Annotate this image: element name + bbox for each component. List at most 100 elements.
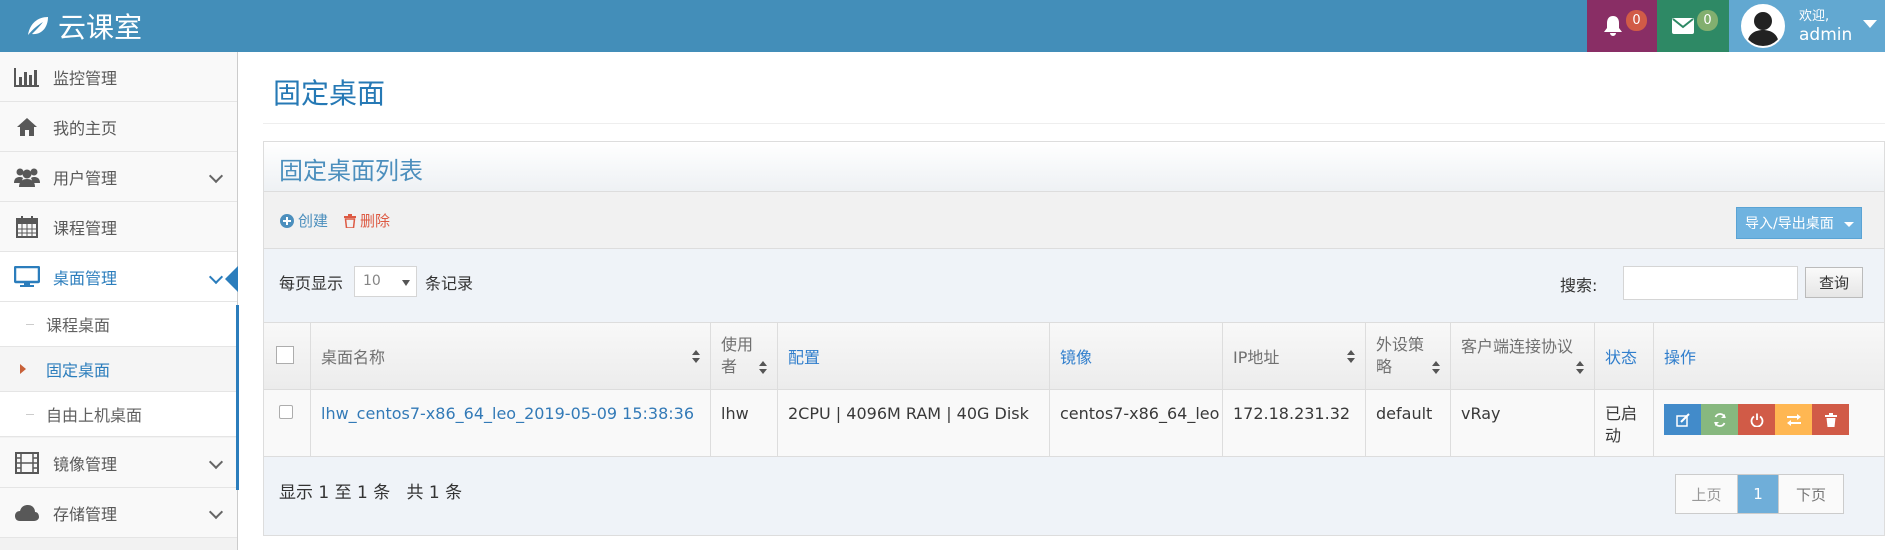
power-button[interactable] — [1738, 404, 1775, 435]
sidebar-item-courses[interactable]: 课程管理 — [0, 202, 237, 252]
caret-down-icon — [1844, 222, 1854, 227]
page-1-button[interactable]: 1 — [1738, 475, 1778, 513]
desktop-user: lhw — [721, 404, 749, 423]
pagination: 上页 1 下页 — [1675, 474, 1844, 514]
column-header-name[interactable]: 桌面名称 — [311, 323, 711, 389]
page-size-select[interactable]: 10 — [354, 266, 417, 297]
film-icon — [13, 451, 41, 475]
row-actions — [1664, 404, 1849, 435]
column-header-protocol[interactable]: 客户端连接协议 — [1451, 323, 1595, 389]
sort-icon — [1432, 361, 1440, 375]
delete-button[interactable]: 删除 — [344, 210, 390, 231]
sidebar-item-label: 我的主页 — [53, 118, 118, 138]
query-button[interactable]: 查询 — [1805, 267, 1863, 298]
exchange-icon — [1786, 413, 1801, 426]
table-header: 桌面名称 使用者 配置 镜像 IP地址 外设策略 客户端连接协议 状态 操作 — [264, 322, 1884, 390]
search-label: 搜索: — [1560, 276, 1598, 295]
import-export-dropdown[interactable]: 导入/导出桌面 — [1736, 207, 1862, 239]
sidebar-item-monitor[interactable]: 监控管理 — [0, 52, 237, 102]
sidebar-subitem-fixed-desktops[interactable]: 固定桌面 — [0, 347, 237, 392]
sort-icon — [1347, 350, 1355, 364]
next-page-button[interactable]: 下页 — [1778, 475, 1843, 513]
column-header-status: 状态 — [1595, 323, 1654, 389]
chevron-down-icon — [208, 454, 224, 470]
page-title: 固定桌面 — [273, 77, 386, 110]
desktop-status: 已启动 — [1605, 404, 1638, 445]
desktop-image: centos7-x86_64_leo — [1060, 404, 1220, 423]
column-header-user[interactable]: 使用者 — [711, 323, 778, 389]
toolbar: 创建 删除 导入/导出桌面 — [264, 192, 1884, 249]
brand-name: 云课室 — [58, 11, 143, 44]
sidebar-subitem-label: 课程桌面 — [46, 316, 111, 335]
sidebar-subitem-free-desktops[interactable]: 自由上机桌面 — [0, 392, 237, 437]
column-header-policy[interactable]: 外设策略 — [1366, 323, 1451, 389]
column-header-image: 镜像 — [1050, 323, 1223, 389]
desktop-config: 2CPU | 4096M RAM | 40G Disk — [788, 404, 1029, 423]
sidebar-item-users[interactable]: 用户管理 — [0, 152, 237, 202]
table-info: 显示 1 至 1 条 共 1 条 — [279, 483, 463, 503]
messages-button[interactable]: 0 — [1657, 0, 1729, 52]
leaf-icon — [28, 17, 48, 35]
sidebar-subitem-label: 固定桌面 — [46, 361, 111, 380]
sidebar-subitem-course-desktops[interactable]: 课程桌面 — [0, 302, 237, 347]
sort-icon — [759, 361, 767, 375]
prev-page-button[interactable]: 上页 — [1676, 475, 1738, 513]
select-all-checkbox[interactable] — [276, 346, 294, 364]
sort-icon — [1576, 361, 1584, 375]
delete-row-button[interactable] — [1812, 404, 1849, 435]
calendar-icon — [13, 215, 41, 239]
desktop-icon — [13, 265, 41, 289]
edit-icon — [1675, 412, 1690, 427]
active-indicator — [225, 266, 238, 292]
messages-badge: 0 — [1697, 10, 1718, 31]
sidebar-item-label: 存储管理 — [53, 504, 118, 524]
welcome-text: 欢迎, — [1799, 9, 1830, 24]
brand[interactable]: 云课室 — [26, 8, 142, 44]
desktop-ip: 172.18.231.32 — [1233, 404, 1351, 423]
active-marker — [236, 305, 239, 490]
sidebar-subitem-label: 自由上机桌面 — [46, 406, 143, 425]
row-checkbox[interactable] — [279, 405, 293, 419]
switch-button[interactable] — [1775, 404, 1812, 435]
avatar — [1741, 4, 1785, 48]
envelope-icon — [1672, 18, 1694, 34]
sidebar-item-desktops[interactable]: 桌面管理 — [0, 252, 237, 302]
username: admin — [1799, 25, 1853, 45]
plus-circle-icon — [280, 213, 294, 228]
cloud-icon — [13, 501, 41, 525]
notifications-badge: 0 — [1626, 10, 1647, 31]
chevron-down-icon — [208, 504, 224, 520]
bar-chart-icon — [13, 65, 41, 89]
trash-icon — [1824, 412, 1837, 427]
sidebar-item-storage[interactable]: 存储管理 — [0, 488, 237, 538]
create-button[interactable]: 创建 — [280, 210, 328, 231]
sidebar-item-images[interactable]: 镜像管理 — [0, 438, 237, 488]
column-header-ip[interactable]: IP地址 — [1223, 323, 1366, 389]
panel-header: 固定桌面列表 — [264, 142, 1884, 192]
desktop-list-panel: 固定桌面列表 创建 删除 导入/导出桌面 每页显示 10 条记录 搜索: 查询 … — [263, 141, 1885, 536]
sidebar-item-label: 监控管理 — [53, 68, 118, 88]
trash-icon — [344, 213, 356, 228]
sort-icon — [692, 350, 700, 364]
caret-down-icon — [1863, 20, 1877, 28]
page-size-suffix: 条记录 — [425, 274, 474, 293]
page-size-label: 每页显示 — [279, 274, 344, 293]
power-icon — [1750, 413, 1763, 427]
chevron-down-icon — [208, 168, 224, 184]
caret-right-icon — [20, 364, 26, 374]
caret-down-icon — [402, 280, 410, 286]
bell-icon — [1604, 16, 1622, 36]
desktop-policy: default — [1376, 404, 1433, 423]
sidebar-item-label: 课程管理 — [53, 218, 118, 238]
notifications-button[interactable]: 0 — [1587, 0, 1657, 52]
edit-button[interactable] — [1664, 404, 1701, 435]
desktop-name-link[interactable]: lhw_centos7-x86_64_leo_2019-05-09 15:38:… — [321, 404, 694, 423]
sidebar-item-label: 用户管理 — [53, 168, 118, 188]
search-input[interactable] — [1623, 266, 1798, 300]
sidebar-item-home[interactable]: 我的主页 — [0, 102, 237, 152]
sidebar: 监控管理 我的主页 用户管理 课程管理 桌面管理 课程桌面 固定桌面 自由上机桌… — [0, 52, 239, 550]
refresh-icon — [1713, 412, 1726, 427]
refresh-button[interactable] — [1701, 404, 1738, 435]
user-menu[interactable]: 欢迎, admin — [1729, 0, 1885, 52]
column-header-config: 配置 — [778, 323, 1050, 389]
